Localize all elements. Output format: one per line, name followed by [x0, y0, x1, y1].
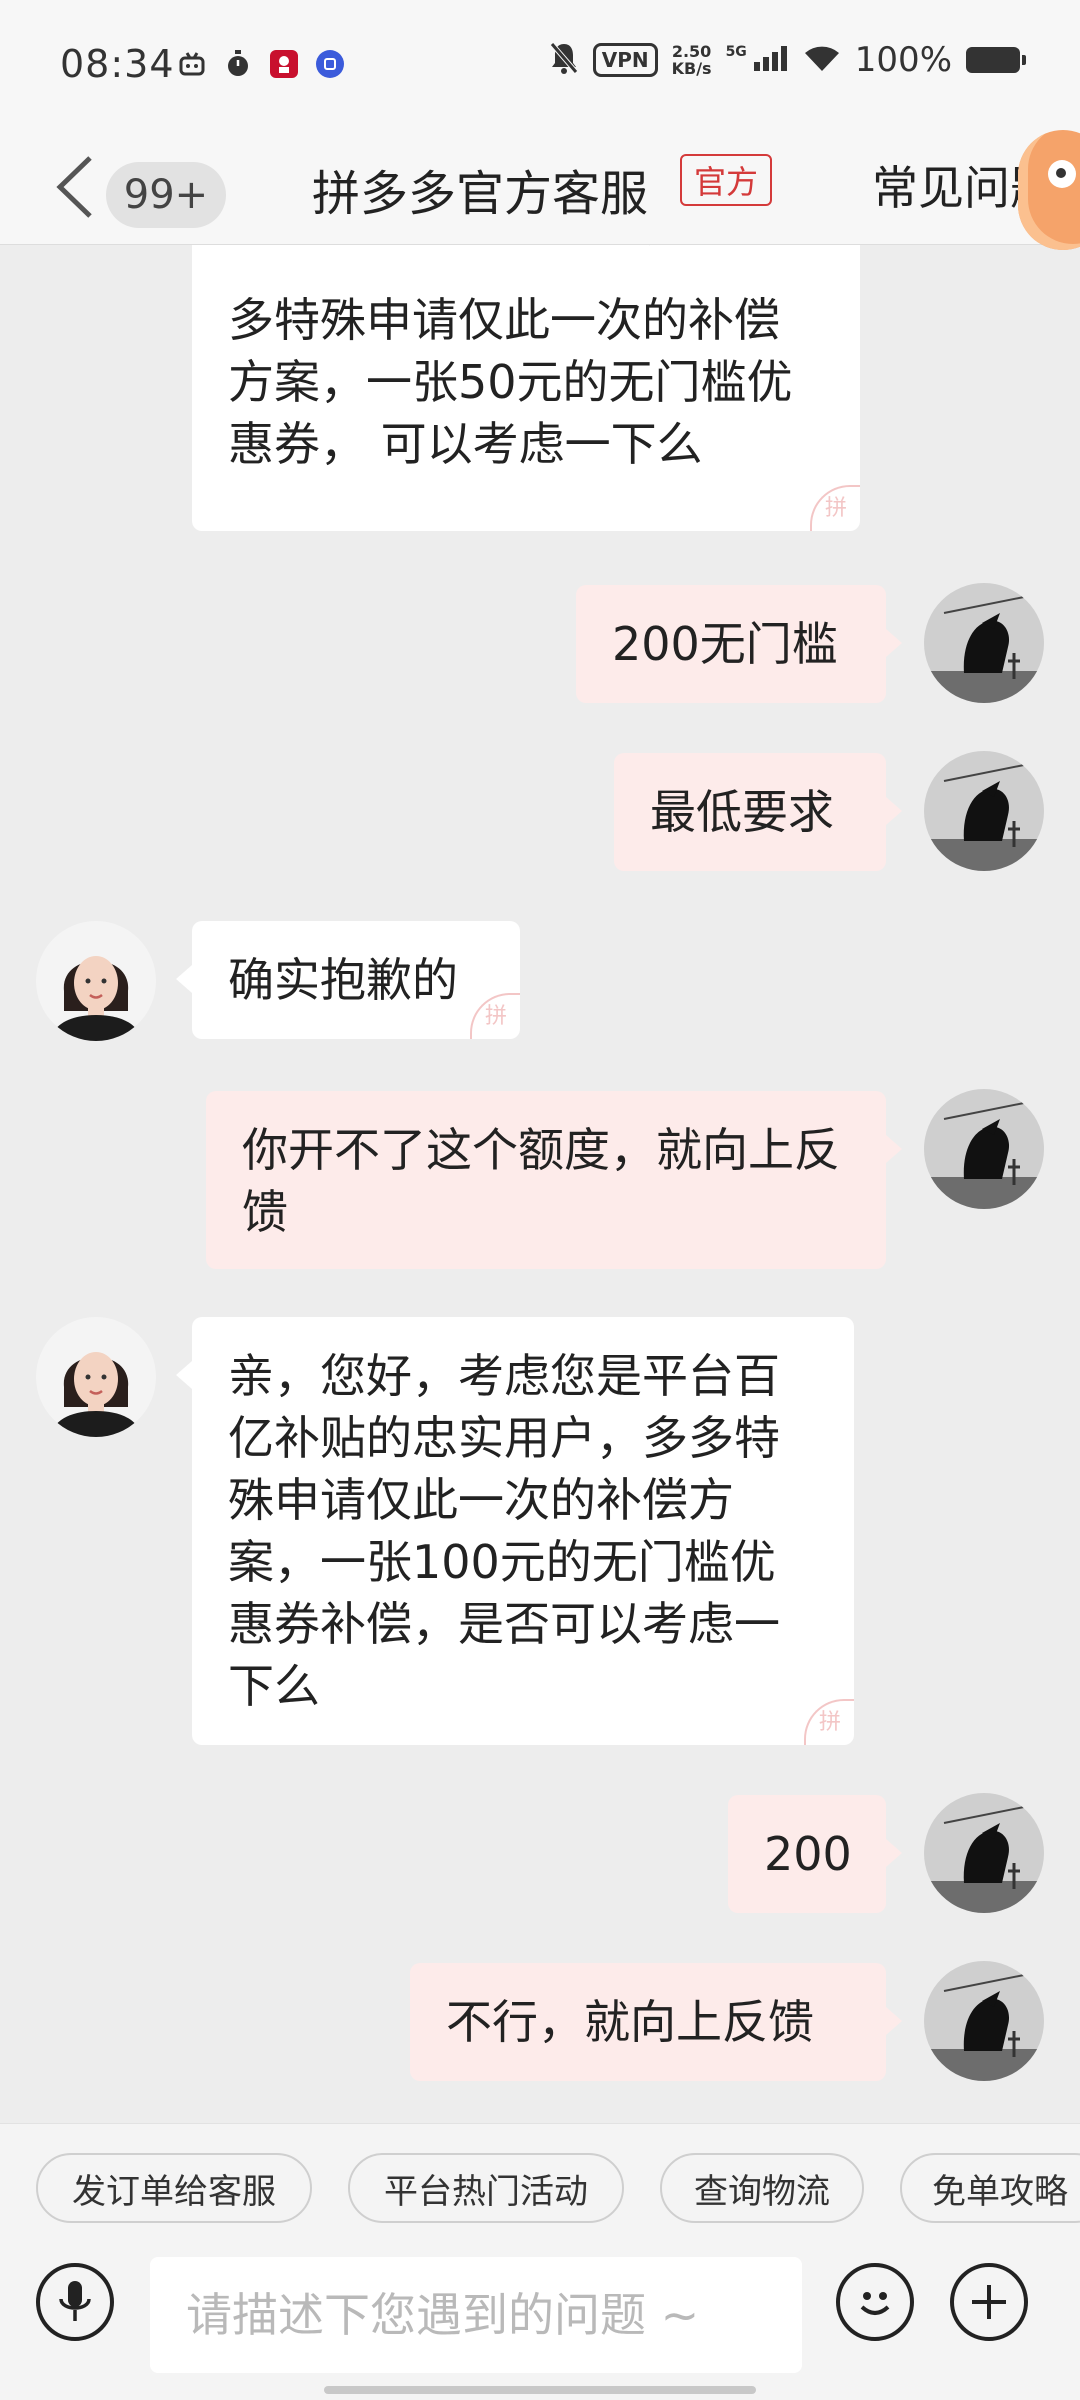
home-indicator[interactable] [324, 2386, 756, 2394]
user-message[interactable]: 不行，就向上反馈 [410, 1963, 902, 2081]
user-message[interactable]: 最低要求 [614, 753, 902, 871]
agent-message[interactable]: 确实抱歉的 拼 [176, 921, 520, 1039]
chat-header: 99+ 拼多多官方客服 官方 常见问题 [0, 130, 1080, 245]
quick-reply-bar: 发订单给客服 平台热门活动 查询物流 免单攻略 [0, 2123, 1080, 2243]
unread-count-badge[interactable]: 99+ [106, 162, 226, 228]
user-message[interactable]: 你开不了这个额度，就向上反馈 [206, 1091, 902, 1269]
agent-avatar[interactable] [36, 1317, 156, 1437]
message-text: 多特殊申请仅此一次的补偿方案，一张50元的无门槛优惠券， 可以考虑一下么 [228, 293, 793, 471]
bilibili-icon [178, 50, 206, 78]
system-indicators: VPN 2.50 KB/s 5G 100% [548, 40, 1026, 80]
smiley-icon [860, 2292, 890, 2315]
kfc-icon [270, 50, 298, 78]
agent-message[interactable]: 亲，您好，考虑您是平台百亿补贴的忠实用户，多多特殊申请仅此一次的补偿方案，一张1… [176, 1317, 854, 1745]
official-badge: 官方 [680, 154, 772, 206]
user-avatar[interactable] [924, 751, 1044, 871]
quick-reply-free-order-guide[interactable]: 免单攻略 [900, 2153, 1080, 2223]
user-avatar[interactable] [924, 1961, 1044, 2081]
mascot-icon[interactable] [1018, 130, 1080, 250]
pdd-watermark: 拼 [810, 485, 860, 531]
input-bar [0, 2243, 1080, 2400]
message-text: 确实抱歉的 [228, 953, 458, 1007]
message-input[interactable] [150, 2257, 802, 2373]
message-text: 最低要求 [650, 785, 834, 839]
timer-icon [224, 50, 252, 78]
clock: 08:34 [60, 42, 175, 86]
message-text: 200 [764, 1827, 852, 1881]
speed-unit: KB/s [671, 59, 712, 78]
message-text: 你开不了这个额度，就向上反馈 [242, 1123, 840, 1239]
emoji-button[interactable] [836, 2263, 914, 2341]
agent-avatar[interactable] [36, 921, 156, 1041]
network-type: 5G [725, 44, 747, 60]
notification-icons [178, 50, 344, 78]
voice-button[interactable] [36, 2263, 114, 2341]
chevron-left-icon [56, 156, 92, 218]
quick-reply-hot-events[interactable]: 平台热门活动 [348, 2153, 624, 2223]
user-message[interactable]: 200 [728, 1795, 902, 1913]
agent-message[interactable]: 百亿补贴的忠实用户，多 多特殊申请仅此一次的补偿方案，一张50元的无门槛优惠券，… [192, 245, 860, 531]
message-text: 200无门槛 [612, 617, 838, 671]
message-text-partial-line: 百亿补贴的忠实用户，多 [228, 245, 824, 289]
wifi-icon [803, 43, 841, 77]
more-actions-button[interactable] [950, 2263, 1028, 2341]
quick-reply-track-logistics[interactable]: 查询物流 [660, 2153, 864, 2223]
signal-icon [753, 44, 789, 76]
plus-icon [972, 2285, 1006, 2319]
vpn-indicator: VPN [592, 43, 658, 77]
partial-line-glyphs: 百亿补贴的忠实用户，多 [228, 245, 824, 255]
mute-icon [548, 41, 579, 79]
message-text: 不行，就向上反馈 [446, 1995, 814, 2049]
chat-messages[interactable]: 百亿补贴的忠实用户，多 多特殊申请仅此一次的补偿方案，一张50元的无门槛优惠券，… [0, 245, 1080, 2123]
quick-reply-send-order[interactable]: 发订单给客服 [36, 2153, 312, 2223]
page-title: 拼多多官方客服 [312, 166, 649, 222]
status-bar: 08:34 VPN 2.50 KB/s 5G 100% [0, 0, 1080, 130]
back-button[interactable] [48, 152, 108, 222]
user-avatar[interactable] [924, 1089, 1044, 1209]
tieba-icon [316, 50, 344, 78]
user-message[interactable]: 200无门槛 [576, 585, 902, 703]
battery-percent: 100% [854, 40, 952, 80]
user-avatar[interactable] [924, 1793, 1044, 1913]
message-text: 亲，您好，考虑您是平台百亿补贴的忠实用户，多多特殊申请仅此一次的补偿方案，一张1… [228, 1349, 780, 1713]
network-speed: 2.50 KB/s [672, 43, 712, 77]
microphone-icon [59, 2281, 91, 2321]
user-avatar[interactable] [924, 583, 1044, 703]
battery-icon [966, 47, 1026, 73]
